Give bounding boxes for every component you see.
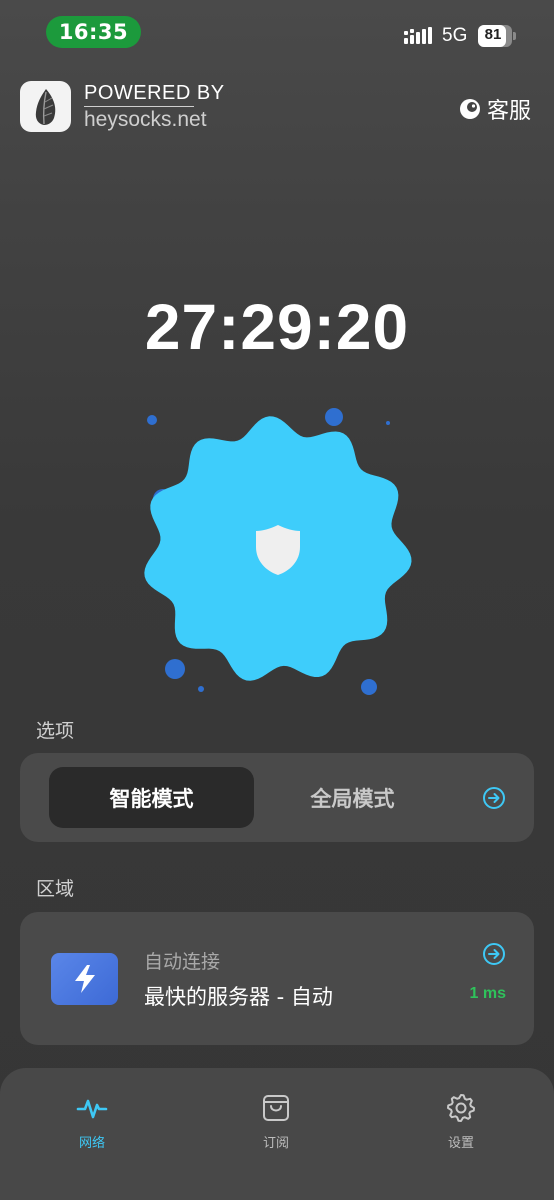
cellular-signal-icon [404, 27, 432, 44]
region-card[interactable]: 自动连接 最快的服务器 - 自动 1 ms [20, 912, 534, 1045]
decor-dot [386, 421, 390, 425]
decor-dot [165, 659, 185, 679]
shopping-bag-icon [263, 1095, 289, 1121]
support-button[interactable]: 客服 [459, 94, 531, 124]
lightning-bolt-icon [74, 965, 95, 993]
support-label: 客服 [487, 99, 532, 124]
region-section-label: 区域 [36, 878, 75, 900]
battery-percent: 81 [484, 26, 502, 43]
region-subtitle: 自动连接 [144, 951, 221, 973]
brand-logo [20, 81, 71, 132]
arrow-right-circle-icon[interactable] [482, 942, 506, 966]
decor-dot [198, 686, 204, 692]
decor-dot [361, 679, 377, 695]
latency-value: 1 ms [469, 985, 506, 1002]
tab-settings[interactable]: 设置 [411, 1092, 511, 1152]
options-section-label: 选项 [36, 720, 75, 742]
tab-settings-label: 设置 [447, 1136, 474, 1151]
decor-dot [147, 415, 157, 425]
mode-smart-button[interactable]: 智能模式 [49, 767, 254, 828]
network-type: 5G [442, 25, 468, 46]
battery-icon: 81 [478, 25, 516, 47]
arrow-right-circle-icon[interactable] [482, 786, 506, 810]
brand-domain-link[interactable]: heysocks.net [84, 108, 207, 132]
tab-subscription[interactable]: 订阅 [226, 1092, 326, 1152]
connection-timer: 27:29:20 [144, 291, 410, 363]
tab-network-label: 网络 [78, 1136, 105, 1151]
powered-by-label: POWERED BY [84, 82, 225, 104]
decor-dot [325, 408, 343, 426]
pulse-icon [76, 1099, 108, 1119]
status-time[interactable]: 16:35 [46, 16, 141, 48]
region-name: 最快的服务器 - 自动 [144, 985, 333, 1009]
options-card: 智能模式 全局模式 [20, 753, 534, 842]
tab-subscription-label: 订阅 [262, 1136, 289, 1151]
connect-button[interactable] [130, 395, 430, 705]
feather-logo-icon [35, 88, 55, 125]
chat-bubble-icon [460, 99, 480, 119]
server-tile [51, 953, 118, 1005]
status-bar: 16:35 5G 81 [0, 0, 554, 64]
mode-global-button[interactable]: 全局模式 [270, 767, 435, 828]
tab-bar: 网络 订阅 设置 [0, 1068, 554, 1200]
tab-network[interactable]: 网络 [42, 1092, 142, 1152]
powered-by-underline [84, 106, 194, 107]
gear-icon [447, 1094, 475, 1122]
